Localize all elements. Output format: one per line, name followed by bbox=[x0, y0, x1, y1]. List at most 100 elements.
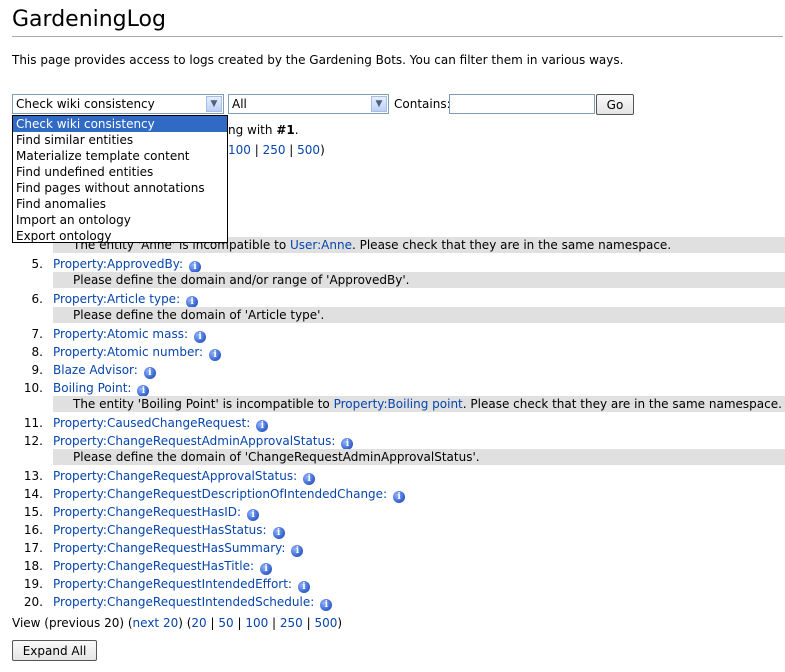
page-size-500-link[interactable]: 500 bbox=[297, 143, 320, 157]
summary-text: ng with bbox=[228, 123, 277, 137]
bot-option[interactable]: Find similar entities bbox=[13, 132, 227, 148]
item-number: 13. bbox=[23, 469, 43, 483]
entity-link[interactable]: Property:Article type: bbox=[53, 292, 180, 306]
info-icon[interactable]: i bbox=[303, 473, 316, 485]
entity-link[interactable]: Property:ApprovedBy: bbox=[53, 257, 183, 271]
info-icon[interactable]: i bbox=[297, 581, 310, 593]
page-size-50-link[interactable]: 50 bbox=[218, 616, 233, 630]
result-item: 8. Property:Atomic number: i bbox=[0, 343, 785, 361]
separator: | bbox=[250, 143, 263, 157]
summary-number: #1 bbox=[276, 123, 295, 137]
info-icon[interactable]: i bbox=[320, 599, 333, 611]
result-item: 17. Property:ChangeRequestHasSummary: i bbox=[0, 539, 785, 557]
entity-link[interactable]: Property:ChangeRequestIntendedSchedule: bbox=[53, 595, 314, 609]
item-number: 20. bbox=[23, 595, 43, 609]
item-number: 15. bbox=[23, 505, 43, 519]
result-item: 7. Property:Atomic mass: i bbox=[0, 325, 785, 343]
info-icon[interactable]: i bbox=[291, 545, 304, 557]
pagination-text: ) ( bbox=[178, 616, 192, 630]
bot-select-dropdown: Check wiki consistency Find similar entit… bbox=[12, 115, 228, 243]
type-select[interactable]: All ▼ bbox=[228, 94, 389, 114]
item-number: 18. bbox=[23, 559, 43, 573]
bot-option[interactable]: Find undefined entities bbox=[13, 164, 227, 180]
page-size-250-link[interactable]: 250 bbox=[263, 143, 286, 157]
entity-link[interactable]: Blaze Advisor: bbox=[53, 363, 138, 377]
entity-link[interactable]: Property:ChangeRequestHasTitle: bbox=[53, 559, 254, 573]
info-icon[interactable]: i bbox=[209, 349, 222, 361]
result-item: 5. Property:ApprovedBy: i bbox=[0, 255, 785, 273]
entity-link[interactable]: Property:Boiling point bbox=[334, 397, 463, 411]
result-item: 11. Property:CausedChangeRequest: i bbox=[0, 414, 785, 432]
item-number: 16. bbox=[23, 523, 43, 537]
separator: | bbox=[302, 616, 315, 630]
info-icon[interactable]: i bbox=[393, 491, 406, 503]
item-number: 9. bbox=[31, 363, 43, 377]
entity-link[interactable]: Property:Atomic mass: bbox=[53, 327, 188, 341]
next-20-link[interactable]: next 20 bbox=[133, 616, 179, 630]
result-item: 14. Property:ChangeRequestDescriptionOfIn… bbox=[0, 485, 785, 503]
title-divider bbox=[12, 36, 783, 37]
info-icon[interactable]: i bbox=[247, 509, 260, 521]
intro-text: This page provides access to logs create… bbox=[12, 53, 624, 67]
message-text: . Please check that they are in the same… bbox=[462, 397, 782, 411]
bot-option[interactable]: Find anomalies bbox=[13, 196, 227, 212]
entity-link[interactable]: Property:ChangeRequestHasID: bbox=[53, 505, 241, 519]
chevron-down-icon[interactable]: ▼ bbox=[206, 96, 222, 112]
contains-input[interactable] bbox=[449, 94, 595, 114]
top-pagination: 100 | 250 | 500) bbox=[228, 143, 325, 157]
message-text: The entity 'Boiling Point' is incompatib… bbox=[73, 397, 334, 411]
result-summary: ng with #1. bbox=[228, 123, 299, 137]
message-text: Please define the domain and/or range of… bbox=[73, 273, 410, 287]
page-size-500-link[interactable]: 500 bbox=[314, 616, 337, 630]
summary-suffix: . bbox=[294, 123, 299, 137]
item-number: 19. bbox=[23, 577, 43, 591]
bot-option[interactable]: Import an ontology bbox=[13, 212, 227, 228]
item-number: 11. bbox=[23, 416, 43, 430]
go-button[interactable]: Go bbox=[596, 94, 634, 115]
entity-link[interactable]: Property:ChangeRequestIntendedEffort: bbox=[53, 577, 292, 591]
separator: | bbox=[233, 616, 246, 630]
entity-link[interactable]: Property:ChangeRequestApprovalStatus: bbox=[53, 469, 297, 483]
result-item: 20. Property:ChangeRequestIntendedSchedul… bbox=[0, 593, 785, 611]
info-icon[interactable]: i bbox=[272, 527, 285, 539]
separator: | bbox=[285, 143, 298, 157]
bot-option[interactable]: Export ontology bbox=[13, 228, 227, 244]
info-icon[interactable]: i bbox=[256, 420, 269, 432]
result-item: 16. Property:ChangeRequestHasStatus: i bbox=[0, 521, 785, 539]
item-number: 8. bbox=[31, 345, 43, 359]
entity-link[interactable]: Property:CausedChangeRequest: bbox=[53, 416, 250, 430]
result-item: 18. Property:ChangeRequestHasTitle: i bbox=[0, 557, 785, 575]
bot-option[interactable]: Check wiki consistency bbox=[13, 116, 227, 132]
bot-option[interactable]: Materialize template content bbox=[13, 148, 227, 164]
page-size-20-link[interactable]: 20 bbox=[191, 616, 206, 630]
separator: ) bbox=[320, 143, 325, 157]
result-item: 6. Property:Article type: i bbox=[0, 290, 785, 308]
contains-label: Contains: bbox=[394, 97, 451, 111]
entity-link[interactable]: Property:ChangeRequestHasStatus: bbox=[53, 523, 267, 537]
info-icon[interactable]: i bbox=[143, 367, 156, 379]
entity-link[interactable]: Property:ChangeRequestDescriptionOfInten… bbox=[53, 487, 387, 501]
bot-select-value: Check wiki consistency bbox=[16, 97, 155, 111]
entity-link[interactable]: Property:ChangeRequestAdminApprovalStatu… bbox=[53, 434, 335, 448]
page-size-250-link[interactable]: 250 bbox=[280, 616, 303, 630]
entity-link[interactable]: User:Anne bbox=[290, 238, 352, 252]
entity-link[interactable]: Property:Atomic number: bbox=[53, 345, 203, 359]
page-size-100-link[interactable]: 100 bbox=[245, 616, 268, 630]
info-icon[interactable]: i bbox=[260, 563, 273, 575]
entity-link[interactable]: Boiling Point: bbox=[53, 381, 131, 395]
result-message: Please define the domain of 'ChangeReque… bbox=[53, 449, 785, 465]
item-number: 17. bbox=[23, 541, 43, 555]
page-size-100-link[interactable]: 100 bbox=[228, 143, 251, 157]
item-number: 10. bbox=[23, 381, 43, 395]
bot-option[interactable]: Find pages without annotations bbox=[13, 180, 227, 196]
type-select-value: All bbox=[232, 97, 247, 111]
expand-all-button[interactable]: Expand All bbox=[12, 640, 97, 661]
chevron-down-icon[interactable]: ▼ bbox=[371, 96, 387, 112]
pagination-text: View (previous 20) ( bbox=[12, 616, 133, 630]
bot-select[interactable]: Check wiki consistency ▼ bbox=[12, 94, 224, 114]
info-icon[interactable]: i bbox=[194, 331, 207, 343]
result-message: The entity 'Boiling Point' is incompatib… bbox=[53, 396, 785, 412]
entity-link[interactable]: Property:ChangeRequestHasSummary: bbox=[53, 541, 285, 555]
item-number: 5. bbox=[31, 257, 43, 271]
message-text: . Please check that they are in the same… bbox=[351, 238, 672, 252]
